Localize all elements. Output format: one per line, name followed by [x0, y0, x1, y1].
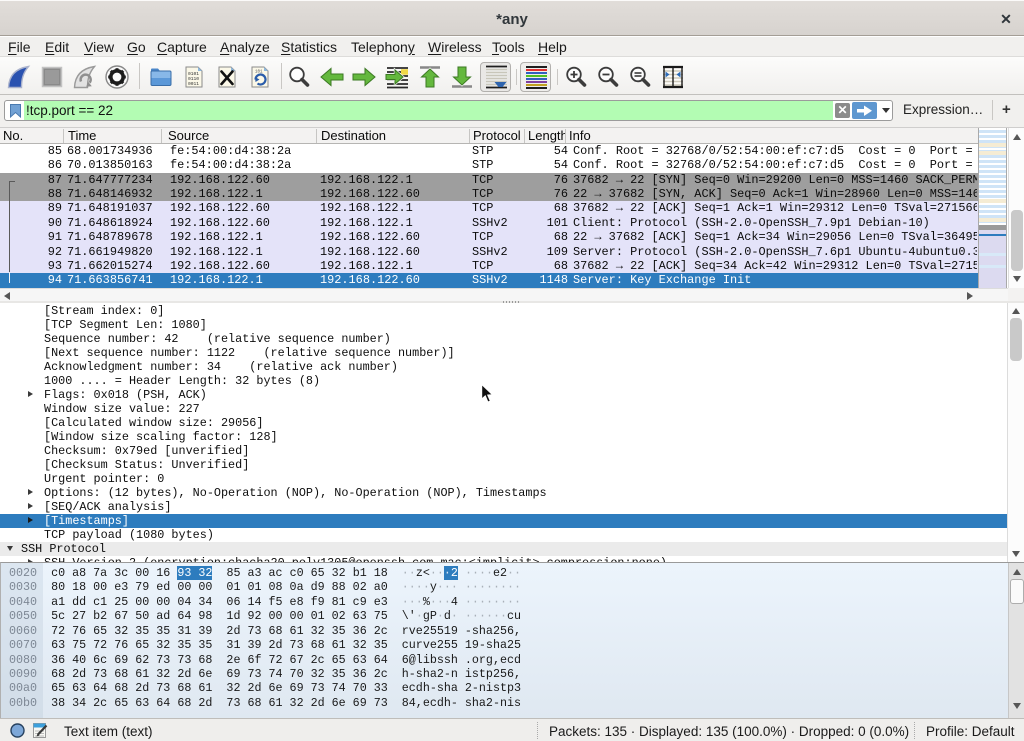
- svg-text:0011: 0011: [188, 81, 199, 87]
- svg-text:101: 101: [255, 71, 263, 75]
